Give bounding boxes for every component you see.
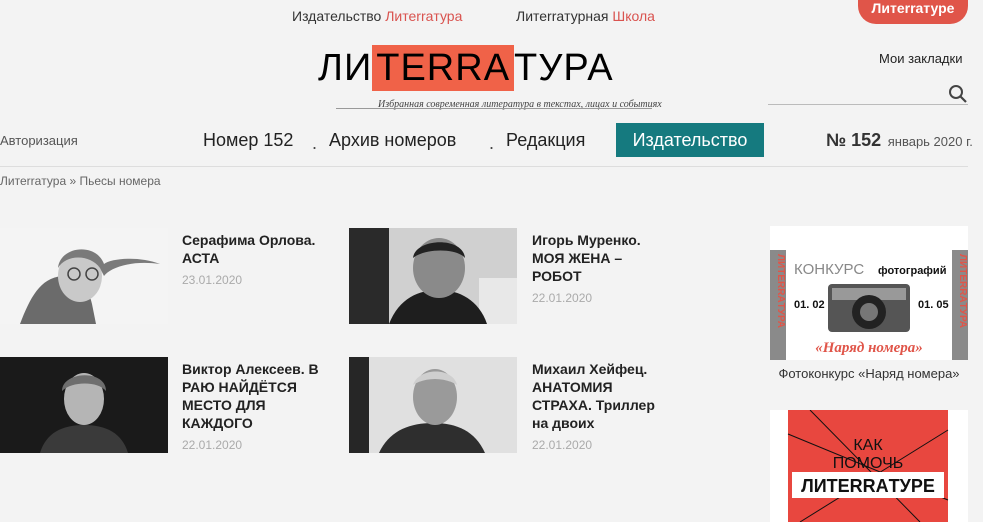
photo-contest-banner[interactable]: ЛИТЕRRAТУРА ЛИТЕRRAТУРА КОНКУРС фотограф… bbox=[770, 226, 968, 360]
nav-archive[interactable]: Архив номеров bbox=[329, 123, 456, 157]
help-banner-line3: ЛИTERRAТУРЕ bbox=[801, 476, 935, 496]
help-literature-button[interactable]: Литеrraтуре bbox=[858, 0, 968, 24]
nav-separator: . bbox=[489, 133, 495, 153]
nav-editors[interactable]: Редакция bbox=[506, 123, 585, 157]
contest-date-from: 01. 02 bbox=[794, 299, 825, 311]
logo-part-left: ЛИ bbox=[318, 46, 373, 89]
article-photo[interactable] bbox=[349, 228, 517, 324]
nav-publishing[interactable]: Издательство bbox=[616, 123, 764, 157]
help-banner-line1: КАК bbox=[853, 437, 883, 454]
contest-word-1: КОНКУРС bbox=[794, 261, 864, 278]
search-input[interactable] bbox=[768, 104, 968, 105]
help-banner-line2: ПОМОЧЬ bbox=[833, 455, 904, 472]
article-photo[interactable] bbox=[0, 357, 168, 453]
contest-word-2: фотографий bbox=[878, 265, 946, 277]
logo-part-right: ТУРА bbox=[514, 46, 614, 89]
article-date: 22.01.2020 bbox=[182, 438, 243, 452]
nav-issue[interactable]: Номер 152 bbox=[203, 123, 293, 157]
top-link-school-prefix: Литеrraтурная bbox=[516, 8, 609, 24]
top-link-publisher[interactable]: Издательство Литеrraтура bbox=[292, 8, 462, 24]
article-photo[interactable] bbox=[349, 357, 517, 453]
breadcrumb-sep: » bbox=[69, 174, 77, 188]
article-photo[interactable] bbox=[0, 228, 168, 324]
login-link[interactable]: Авторизация bbox=[0, 133, 78, 148]
top-link-school-accent: Школа bbox=[612, 8, 655, 24]
photo-contest-caption[interactable]: Фотоконкурс «Наряд номера» bbox=[770, 366, 968, 381]
contest-side-text-left: ЛИТЕRRAТУРА bbox=[775, 254, 786, 328]
issue-info: № 152 январь 2020 г. bbox=[826, 130, 973, 151]
top-link-school[interactable]: Литеrraтурная Школа bbox=[516, 8, 655, 24]
help-literature-banner[interactable]: КАК ПОМОЧЬ ЛИTERRAТУРЕ bbox=[770, 409, 968, 522]
breadcrumb: Литеrraтура » Пьесы номера bbox=[0, 174, 161, 188]
article-date: 23.01.2020 bbox=[182, 273, 243, 287]
contest-date-to: 01. 05 bbox=[918, 299, 949, 311]
contest-name: «Наряд номера» bbox=[815, 340, 923, 356]
article-date: 22.01.2020 bbox=[532, 438, 593, 452]
article-title[interactable]: Виктор Алексеев. В РАЮ НАЙДЁТСЯ МЕСТО ДЛ… bbox=[182, 360, 322, 432]
nav-separator: . bbox=[312, 133, 318, 153]
top-link-publisher-accent: Литеrraтура bbox=[385, 8, 463, 24]
article-title[interactable]: Серафима Орлова. АСТА bbox=[182, 231, 322, 267]
article-date: 22.01.2020 bbox=[532, 291, 593, 305]
article-title[interactable]: Игорь Муренко. МОЯ ЖЕНА – РОБОТ bbox=[532, 231, 672, 285]
bookmarks-link[interactable]: Мои закладки bbox=[879, 51, 962, 66]
breadcrumb-home[interactable]: Литеrraтура bbox=[0, 174, 66, 188]
header-divider bbox=[0, 166, 968, 167]
search-icon[interactable] bbox=[948, 84, 968, 104]
issue-date: январь 2020 г. bbox=[887, 134, 973, 149]
logo-part-mid: TERRA bbox=[372, 45, 515, 91]
breadcrumb-current: Пьесы номера bbox=[79, 174, 161, 188]
top-link-publisher-prefix: Издательство bbox=[292, 8, 382, 24]
logo-underline bbox=[336, 108, 652, 109]
article-title[interactable]: Михаил Хейфец. АНАТОМИЯ СТРАХА. Триллер … bbox=[532, 360, 672, 432]
contest-side-text-right: ЛИТЕRRAТУРА bbox=[957, 254, 968, 328]
site-logo[interactable]: ЛИ TERRA ТУРА bbox=[318, 45, 614, 91]
issue-number: № 152 bbox=[826, 130, 882, 150]
